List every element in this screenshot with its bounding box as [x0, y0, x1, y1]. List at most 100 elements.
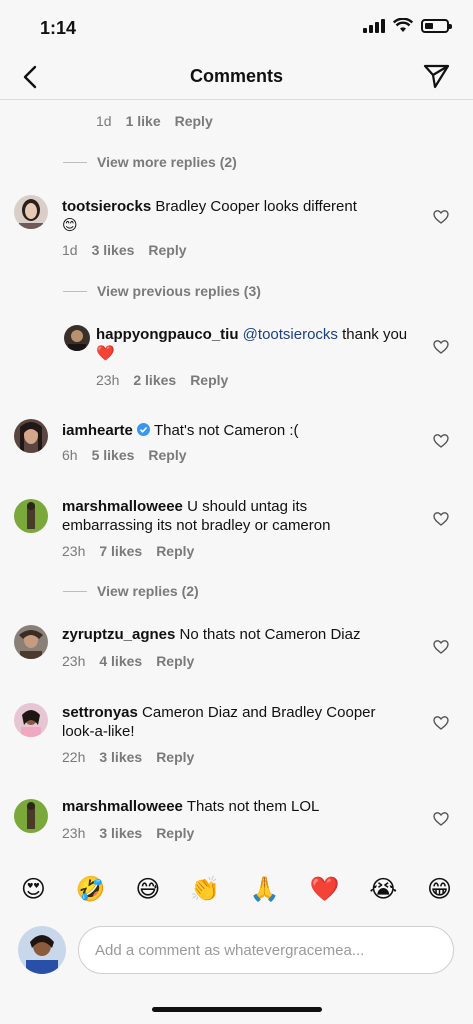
- like-count[interactable]: 4 likes: [99, 653, 142, 669]
- comment-age: 23h: [62, 653, 86, 669]
- comment-age: 23h: [62, 543, 86, 559]
- current-user-avatar: [18, 926, 66, 974]
- comment-body: thank you: [337, 326, 408, 343]
- comment-text: marshmalloweee Thats not them LOL: [62, 797, 412, 816]
- comment-body: That's not Cameron :(: [153, 422, 299, 439]
- comment-meta: 1d 3 likes Reply: [62, 242, 187, 258]
- view-previous-replies[interactable]: View previous replies (3): [63, 283, 261, 299]
- view-more-replies-label: View more replies (2): [97, 154, 237, 170]
- sweat-smile-emoji-button[interactable]: 😅: [135, 878, 160, 902]
- comment-age: 22h: [62, 749, 86, 765]
- comment-age: 1d: [62, 242, 78, 258]
- battery-icon: [421, 18, 452, 33]
- rofl-emoji-button[interactable]: 🤣: [76, 878, 106, 902]
- like-count[interactable]: 2 likes: [133, 372, 176, 388]
- avatar[interactable]: [14, 625, 48, 659]
- mention-link[interactable]: @tootsierocks: [243, 326, 338, 343]
- reply-button[interactable]: Reply: [148, 447, 186, 463]
- heart-outline-icon[interactable]: [433, 811, 449, 827]
- comment-text: marshmalloweee U should untag its embarr…: [62, 497, 382, 535]
- reply-button[interactable]: Reply: [148, 242, 186, 258]
- comment-meta: 23h 3 likes Reply: [62, 825, 194, 841]
- comment-body: Bradley Cooper looks different: [155, 198, 357, 215]
- reply-button[interactable]: Reply: [156, 749, 194, 765]
- comment-username[interactable]: happyongpauco_tiu: [96, 326, 239, 343]
- comment-meta: 22h 3 likes Reply: [62, 749, 194, 765]
- avatar[interactable]: [14, 195, 48, 229]
- verified-badge-icon: [137, 423, 151, 436]
- comment-username[interactable]: zyruptzu_agnes: [62, 626, 175, 643]
- like-count[interactable]: 1 like: [126, 113, 161, 129]
- like-count[interactable]: 3 likes: [99, 749, 142, 765]
- red-heart-emoji-button[interactable]: ❤️: [310, 878, 340, 902]
- heart-outline-icon[interactable]: [433, 209, 449, 225]
- comment-username[interactable]: settronyas: [62, 704, 138, 721]
- comment-meta: 6h 5 likes Reply: [62, 447, 187, 463]
- comment-text: settronyas Cameron Diaz and Bradley Coop…: [62, 703, 402, 741]
- comment-meta: 1d 1 like Reply: [96, 113, 213, 129]
- thread-line: [63, 590, 87, 592]
- comment-body: Thats not them LOL: [186, 798, 320, 815]
- thread-line: [63, 290, 87, 292]
- reply-button[interactable]: Reply: [156, 653, 194, 669]
- comment-composer: [0, 920, 473, 982]
- comment-input[interactable]: [78, 926, 454, 974]
- reply-button[interactable]: Reply: [190, 372, 228, 388]
- like-count[interactable]: 3 likes: [99, 825, 142, 841]
- heart-outline-icon[interactable]: [433, 511, 449, 527]
- avatar[interactable]: [14, 499, 48, 533]
- view-replies[interactable]: View replies (2): [63, 583, 199, 599]
- sob-emoji-button[interactable]: 😭: [369, 878, 397, 902]
- comment-age: 23h: [96, 372, 120, 388]
- view-more-replies[interactable]: View more replies (2): [63, 154, 237, 170]
- home-indicator[interactable]: [152, 1007, 322, 1012]
- heart-outline-icon[interactable]: [433, 639, 449, 655]
- heart-outline-icon[interactable]: [433, 433, 449, 449]
- reply-button[interactable]: Reply: [156, 825, 194, 841]
- paper-plane-icon[interactable]: [421, 60, 451, 90]
- pray-emoji-button[interactable]: 🙏: [250, 878, 280, 902]
- thread-line: [63, 161, 87, 163]
- grin-emoji-button[interactable]: 😁: [427, 878, 452, 902]
- avatar[interactable]: [64, 325, 90, 351]
- comment-age: 6h: [62, 447, 78, 463]
- clap-emoji-button[interactable]: 👏: [190, 878, 220, 902]
- comment-username[interactable]: iamhearte: [62, 422, 133, 439]
- status-time: 1:14: [40, 18, 77, 38]
- comment-text: iamhearte That's not Cameron :(: [62, 421, 412, 440]
- comment-username[interactable]: marshmalloweee: [62, 498, 183, 515]
- comment-age: 23h: [62, 825, 86, 841]
- cellular-signal-icon: [363, 18, 385, 33]
- smile-emoji: 😊: [62, 217, 78, 234]
- comment-text: tootsierocks Bradley Cooper looks differ…: [62, 197, 412, 235]
- comment-text: zyruptzu_agnes No thats not Cameron Diaz: [62, 625, 412, 644]
- wifi-icon: [393, 18, 413, 32]
- comment-text: happyongpauco_tiu @tootsierocks thank yo…: [96, 325, 416, 363]
- comment-meta: 23h 4 likes Reply: [62, 653, 194, 669]
- view-replies-label: View replies (2): [97, 583, 199, 599]
- avatar[interactable]: [14, 799, 48, 833]
- like-count[interactable]: 3 likes: [92, 242, 135, 258]
- heart-eyes-emoji-button[interactable]: 😍: [21, 878, 46, 902]
- reply-button[interactable]: Reply: [156, 543, 194, 559]
- avatar[interactable]: [14, 419, 48, 453]
- page-title: Comments: [189, 66, 283, 86]
- reply-button[interactable]: Reply: [175, 113, 213, 129]
- like-count[interactable]: 5 likes: [92, 447, 135, 463]
- status-bar: 1:14: [0, 0, 473, 56]
- comment-username[interactable]: marshmalloweee: [62, 798, 183, 815]
- comment-age: 1d: [96, 113, 112, 129]
- comment-username[interactable]: tootsierocks: [62, 198, 151, 215]
- heart-emoji: ❤️: [96, 345, 115, 362]
- comments-header: Comments: [0, 56, 473, 100]
- like-count[interactable]: 7 likes: [99, 543, 142, 559]
- status-icons: [363, 18, 452, 33]
- view-previous-replies-label: View previous replies (3): [97, 283, 261, 299]
- comment-meta: 23h 2 likes Reply: [96, 372, 228, 388]
- avatar[interactable]: [14, 703, 48, 737]
- quick-emoji-bar: 😍 🤣 😅 👏 🙏 ❤️ 😭 😁: [0, 868, 473, 912]
- comment-meta: 23h 7 likes Reply: [62, 543, 194, 559]
- heart-outline-icon[interactable]: [433, 339, 449, 355]
- heart-outline-icon[interactable]: [433, 715, 449, 731]
- comment-body: No thats not Cameron Diaz: [179, 626, 361, 643]
